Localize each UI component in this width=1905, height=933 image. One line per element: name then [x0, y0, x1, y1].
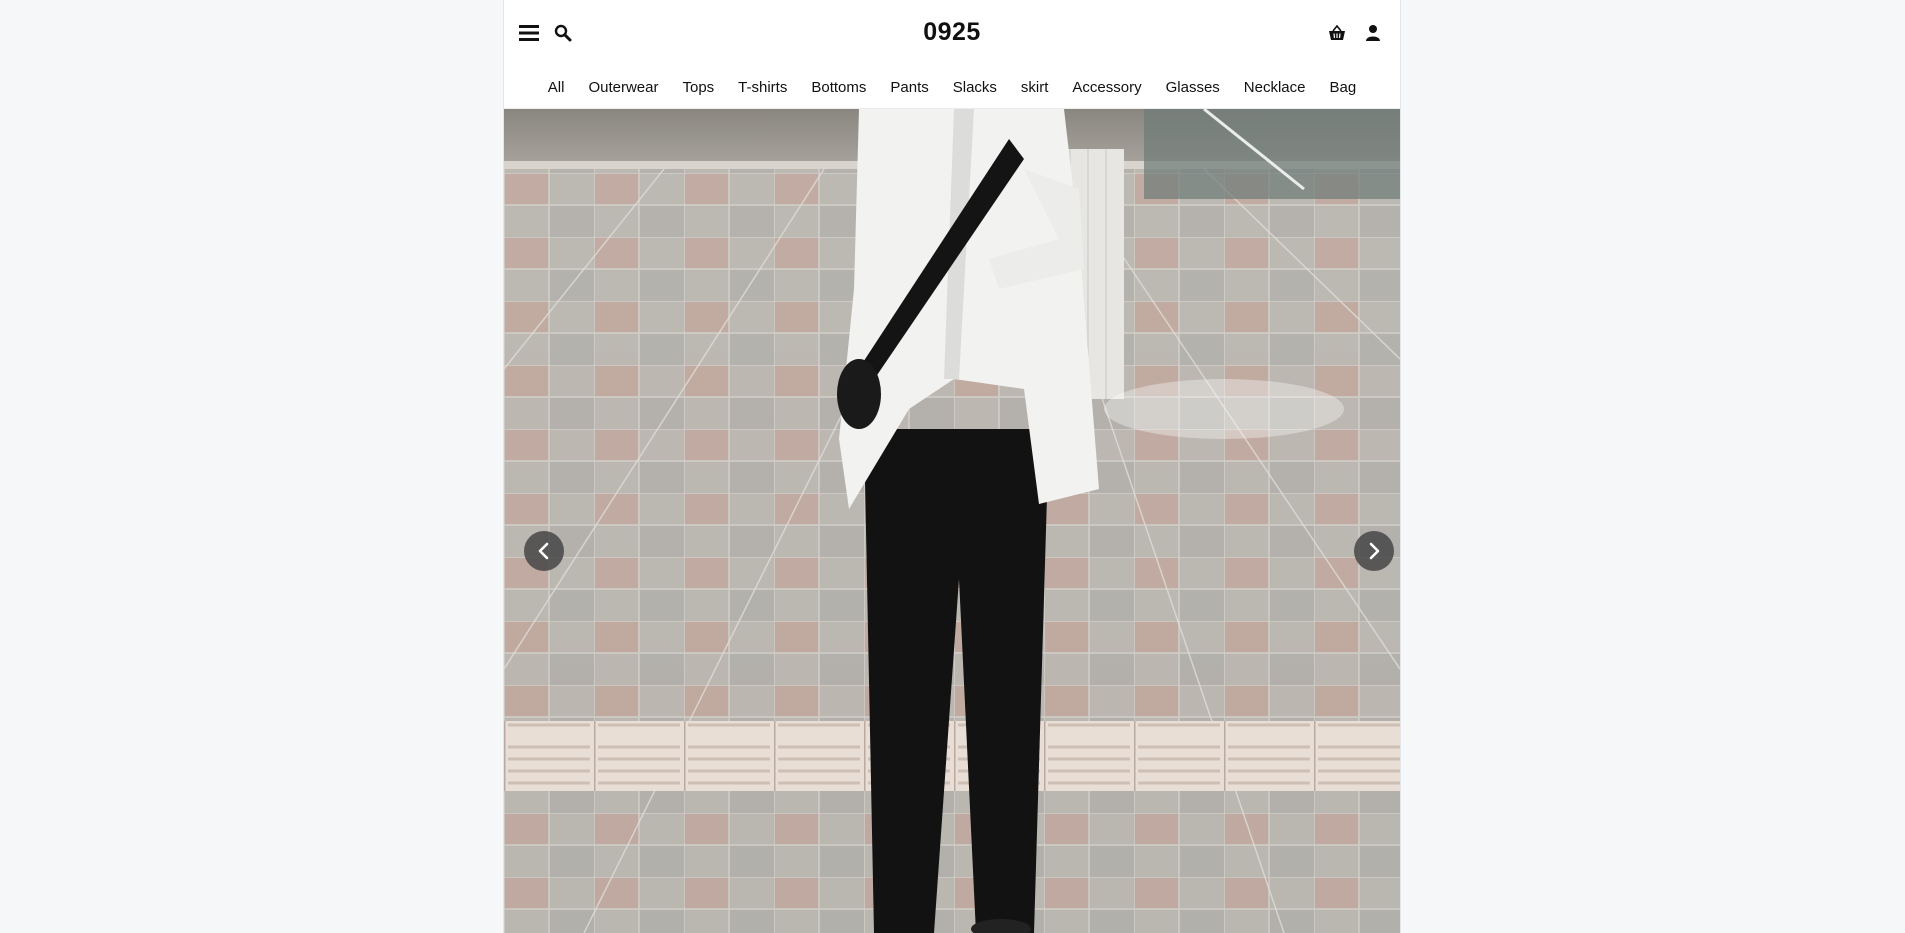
nav-item-necklace[interactable]: Necklace [1232, 66, 1318, 109]
nav-item-skirt[interactable]: skirt [1009, 66, 1061, 109]
carousel-next-button[interactable] [1354, 531, 1394, 571]
nav-item-bottoms[interactable]: Bottoms [799, 66, 878, 109]
nav-item-glasses[interactable]: Glasses [1154, 66, 1232, 109]
nav-item-pants[interactable]: Pants [878, 66, 940, 109]
hero-product-photo [504, 109, 1400, 933]
chevron-left-icon [538, 542, 549, 560]
brand-logo[interactable]: 0925 [504, 18, 1400, 47]
user-icon[interactable] [1362, 22, 1384, 44]
category-nav: All Outerwear Tops T-shirts Bottoms Pant… [504, 66, 1400, 109]
nav-item-t-shirts[interactable]: T-shirts [726, 66, 799, 109]
carousel-prev-button[interactable] [524, 531, 564, 571]
page-container: 0925 All Outerwear Tops T-shirts Bottoms… [503, 0, 1401, 933]
nav-item-slacks[interactable]: Slacks [941, 66, 1009, 109]
nav-item-accessory[interactable]: Accessory [1060, 66, 1153, 109]
hero-carousel[interactable] [504, 109, 1400, 933]
basket-icon[interactable] [1326, 22, 1348, 44]
nav-item-tops[interactable]: Tops [670, 66, 726, 109]
nav-item-outerwear[interactable]: Outerwear [576, 66, 670, 109]
top-bar: 0925 [504, 0, 1400, 66]
nav-item-all[interactable]: All [536, 66, 577, 109]
top-bar-right [1326, 22, 1384, 44]
chevron-right-icon [1369, 542, 1380, 560]
nav-item-bag[interactable]: Bag [1318, 66, 1369, 109]
